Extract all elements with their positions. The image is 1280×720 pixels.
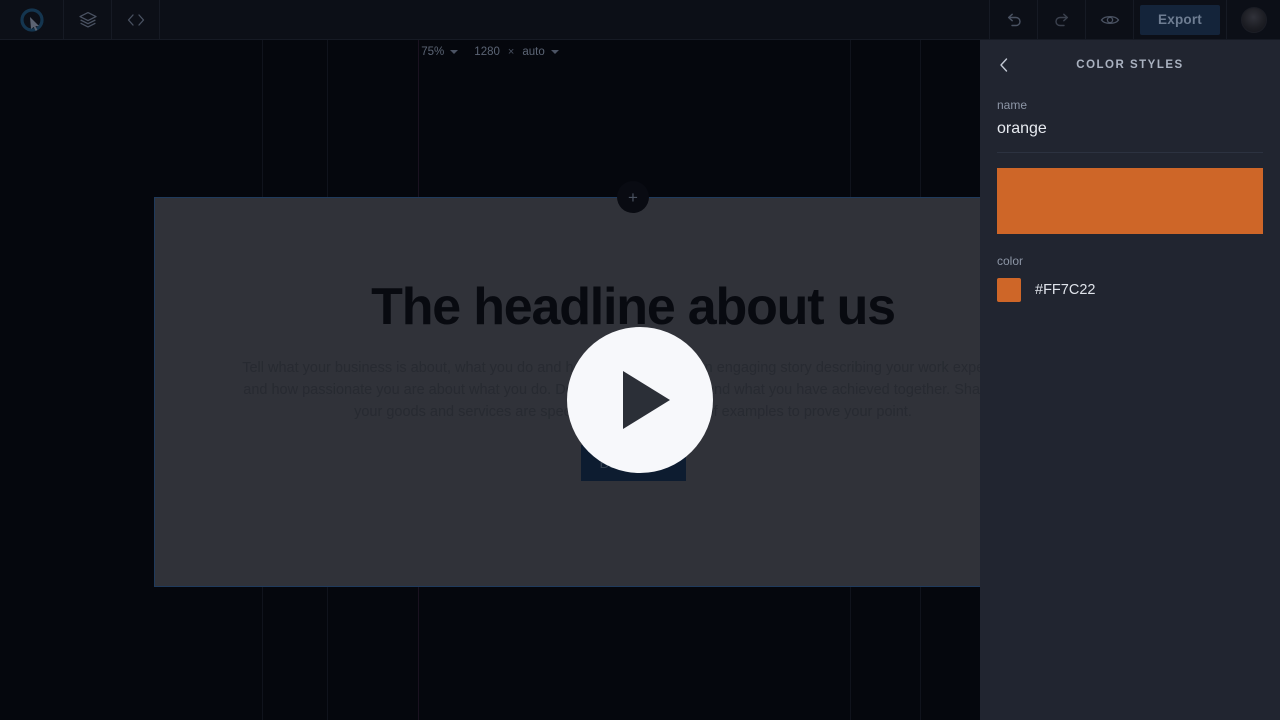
logo-ring-cursor-icon: [19, 7, 44, 32]
style-name-field: name orange: [980, 90, 1280, 152]
app-logo[interactable]: [0, 0, 64, 39]
color-preview-swatch[interactable]: [997, 168, 1263, 234]
zoom-size-bar: 75% 1280 × auto: [0, 40, 980, 64]
preview-button[interactable]: [1085, 0, 1133, 39]
canvas-height-select[interactable]: auto: [514, 46, 566, 58]
export-button-wrap: Export: [1133, 0, 1226, 39]
editor-canvas[interactable]: The headline about us Tell what your bus…: [0, 40, 980, 720]
undo-button[interactable]: [989, 0, 1037, 39]
undo-icon: [1007, 13, 1021, 26]
account-button[interactable]: [1226, 0, 1280, 39]
export-button[interactable]: Export: [1140, 4, 1220, 35]
panel-divider: [997, 152, 1263, 153]
zoom-level-select[interactable]: 75%: [413, 46, 466, 58]
panel-back-button[interactable]: [992, 53, 1016, 77]
zoom-level-value: 75%: [421, 46, 445, 58]
add-section-button[interactable]: +: [617, 181, 649, 213]
toolbar-layers-button[interactable]: [64, 0, 112, 39]
color-label: color: [997, 254, 1024, 268]
color-swatch[interactable]: [997, 278, 1021, 302]
top-toolbar: Export: [0, 0, 1280, 40]
style-name-value[interactable]: orange: [997, 120, 1263, 152]
redo-button[interactable]: [1037, 0, 1085, 39]
redo-icon: [1054, 13, 1068, 26]
canvas-height-value: auto: [522, 46, 545, 58]
panel-title: COLOR STYLES: [1076, 59, 1184, 71]
chevron-left-icon: [1000, 58, 1008, 72]
avatar: [1240, 6, 1267, 33]
toolbar-code-button[interactable]: [112, 0, 160, 39]
app-root: Export 75% 1280 × auto The headline abou…: [0, 0, 1280, 720]
chevron-down-icon: [550, 50, 559, 54]
color-hex-value[interactable]: #FF7C22: [1035, 282, 1095, 298]
toolbar-right-group: Export: [989, 0, 1280, 39]
color-styles-panel: COLOR STYLES name orange color #FF7C22: [980, 40, 1280, 720]
code-icon: [127, 13, 144, 26]
canvas-width-value: 1280: [474, 46, 500, 58]
style-name-label: name: [997, 98, 1028, 112]
preview-eye-icon: [1100, 15, 1119, 24]
toolbar-left-group: [0, 0, 160, 39]
color-value-row[interactable]: #FF7C22: [980, 278, 1280, 302]
layers-icon: [78, 11, 97, 28]
color-field-label-wrap: color: [980, 234, 1280, 268]
play-icon: [622, 371, 670, 429]
panel-header: COLOR STYLES: [980, 40, 1280, 90]
video-play-button[interactable]: [567, 327, 713, 473]
chevron-down-icon: [450, 50, 459, 54]
canvas-width-input[interactable]: 1280: [466, 46, 508, 58]
